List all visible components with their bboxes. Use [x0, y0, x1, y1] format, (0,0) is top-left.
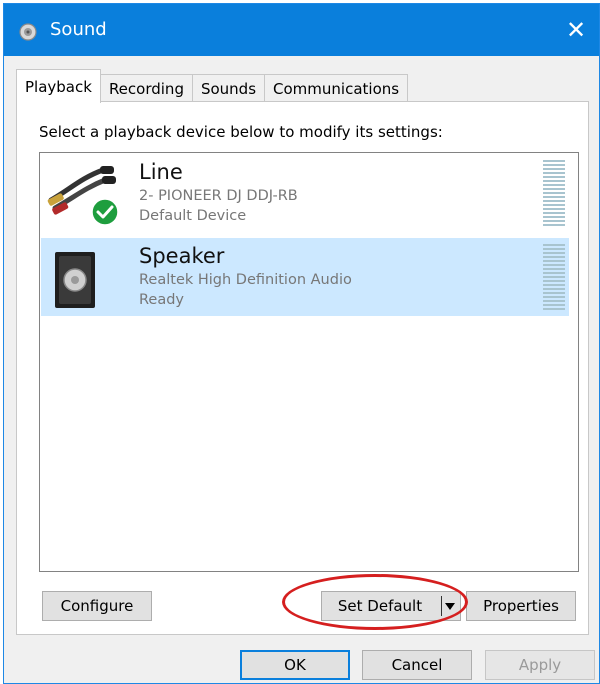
title-bar[interactable]: Sound ✕: [4, 4, 599, 56]
playback-device-list[interactable]: Line 2- PIONEER DJ DDJ-RB Default Device…: [39, 152, 579, 572]
device-name: Speaker: [139, 244, 225, 268]
apply-button[interactable]: Apply: [485, 650, 595, 680]
properties-button[interactable]: Properties: [466, 591, 576, 621]
window-title: Sound: [50, 19, 107, 40]
speaker-icon: [55, 252, 95, 308]
device-item-line[interactable]: Line 2- PIONEER DJ DDJ-RB Default Device: [41, 154, 569, 232]
configure-button[interactable]: Configure: [42, 591, 152, 621]
tab-recording[interactable]: Recording: [99, 74, 193, 102]
default-check-icon: [91, 198, 119, 226]
tab-strip: Playback Recording Sounds Communications: [16, 68, 409, 103]
set-default-split-button[interactable]: Set Default: [321, 591, 461, 621]
sound-dialog: Sound ✕ Playback Recording Sounds Commun…: [3, 3, 600, 684]
close-icon: ✕: [565, 16, 587, 44]
close-button[interactable]: ✕: [553, 4, 599, 56]
volume-level-meter: [543, 160, 565, 226]
device-status: Default Device: [139, 208, 247, 224]
device-item-speaker[interactable]: Speaker Realtek High Definition Audio Re…: [41, 238, 569, 316]
device-description: 2- PIONEER DJ DDJ-RB: [139, 188, 298, 204]
instruction-text: Select a playback device below to modify…: [39, 123, 443, 141]
device-name: Line: [139, 160, 183, 184]
split-divider: [441, 596, 442, 616]
volume-level-meter: [543, 244, 565, 310]
playback-panel: Select a playback device below to modify…: [16, 101, 589, 635]
device-description: Realtek High Definition Audio: [139, 272, 352, 288]
set-default-label: Set Default: [337, 597, 423, 615]
cancel-button[interactable]: Cancel: [362, 650, 472, 680]
tab-playback[interactable]: Playback: [16, 69, 101, 103]
tab-communications[interactable]: Communications: [264, 74, 409, 102]
chevron-down-icon[interactable]: [445, 603, 455, 610]
ok-button[interactable]: OK: [240, 650, 350, 680]
tab-sounds[interactable]: Sounds: [191, 74, 266, 102]
sound-speaker-icon: [19, 23, 37, 41]
device-status: Ready: [139, 292, 185, 308]
